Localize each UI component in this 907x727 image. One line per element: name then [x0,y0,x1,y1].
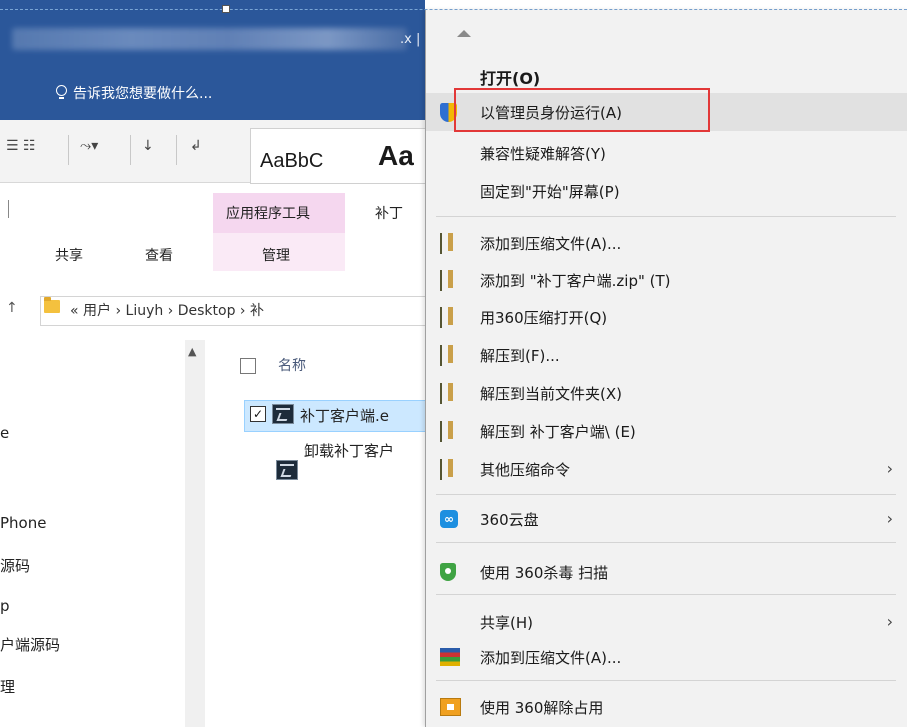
chevron-right-icon: › [886,509,893,528]
tab-file-name[interactable]: 补丁 [375,203,403,223]
ribbon-divider [68,135,69,165]
menu-item-pin-start[interactable]: 固定到"开始"屏幕(P) [426,172,907,210]
rar-icon [440,383,442,404]
menu-item-label: 兼容性疑难解答(Y) [480,145,606,163]
chevron-right-icon: › [886,612,893,631]
rar-icon [440,270,442,291]
row-checkbox-checked[interactable]: ✓ [250,406,266,422]
style-preview-normal[interactable]: AaBbC [260,150,323,173]
rar-icon [440,345,442,366]
menu-item-extract-here[interactable]: 解压到当前文件夹(X) [426,374,907,412]
nav-item[interactable]: 户端源码 [0,634,60,655]
up-arrow-icon[interactable]: ↑ [6,300,18,316]
menu-item-360-scan[interactable]: 使用 360杀毒 扫描 [426,553,907,591]
menu-item-label: 使用 360杀毒 扫描 [480,564,609,582]
menu-item-label: 添加到压缩文件(A)... [480,649,622,667]
file-name[interactable]: 补丁客户端.e [300,405,389,426]
menu-scroll-up-icon[interactable] [457,30,471,37]
antivirus-icon [440,563,456,581]
lightbulb-icon [55,85,67,101]
folder-icon [44,297,60,313]
menu-item-label: 打开(O) [480,69,541,88]
menu-separator [436,594,896,595]
nav-item[interactable]: 源码 [0,555,30,576]
menu-item-add-zip[interactable]: 添加到 "补丁客户端.zip" (T) [426,261,907,299]
sort-icon[interactable]: ↓ [142,138,154,160]
menu-item-label: 固定到"开始"屏幕(P) [480,183,620,201]
file-name[interactable]: 卸载补丁客户 [304,440,394,461]
rar-icon [440,307,442,328]
menu-item-share[interactable]: 共享(H) › [426,603,907,641]
menu-separator [436,542,896,543]
nav-item[interactable]: e [0,424,9,442]
rar-icon [440,421,442,442]
cloud-icon: ∞ [440,510,458,528]
rar-icon [440,459,442,480]
menu-item-compat-troubleshoot[interactable]: 兼容性疑难解答(Y) [426,134,907,172]
tab-divider [8,200,9,218]
winrar-icon [440,648,460,666]
menu-separator [436,216,896,217]
menu-item-winrar-add[interactable]: 添加到压缩文件(A)... [426,638,907,676]
paragraph-mark-icon[interactable]: ↲ [190,138,202,160]
breadcrumb[interactable]: « 用户 › Liuyh › Desktop › 补 [70,300,264,320]
menu-item-label: 用360压缩打开(Q) [480,309,608,327]
tell-me-label: 告诉我您想要做什么... [73,86,213,102]
menu-item-extract-folder[interactable]: 解压到 补丁客户端\ (E) [426,412,907,450]
style-preview-heading[interactable]: Aa [378,140,414,172]
indent-icon[interactable]: ☰ ☷ [6,138,36,160]
nav-item[interactable]: p [0,597,10,615]
menu-item-360-cloud[interactable]: ∞ 360云盘 › [426,500,907,538]
ribbon-divider [130,135,131,165]
exe-file-icon [276,460,298,480]
resize-handle[interactable] [222,5,230,13]
menu-item-label: 解压到当前文件夹(X) [480,385,622,403]
menu-item-360-unlock[interactable]: 使用 360解除占用 [426,688,907,726]
menu-item-label: 解压到(F)... [480,347,560,365]
rar-icon [440,233,442,254]
unlock-icon [440,698,461,716]
column-header-name[interactable]: 名称 [278,355,306,375]
menu-separator [436,494,896,495]
menu-item-open-360zip[interactable]: 用360压缩打开(Q) [426,298,907,336]
select-all-checkbox[interactable] [240,358,256,374]
nav-scrollbar[interactable] [185,340,205,727]
menu-item-other-compress[interactable]: 其他压缩命令 › [426,450,907,488]
tab-share[interactable]: 共享 [55,245,83,265]
menu-item-label: 解压到 补丁客户端\ (E) [480,423,636,441]
menu-item-label: 共享(H) [480,614,533,632]
exe-file-icon [272,404,294,424]
menu-item-label: 添加到压缩文件(A)... [480,235,622,253]
menu-item-label: 使用 360解除占用 [480,699,604,717]
chevron-right-icon: › [886,459,893,478]
menu-item-label: 360云盘 [480,511,539,529]
tab-manage[interactable]: 管理 [262,245,290,265]
title-extension: .x | [400,32,421,47]
highlight-annotation-box [454,88,710,132]
tab-view[interactable]: 查看 [145,245,173,265]
tab-app-tools-label: 应用程序工具 [226,206,310,222]
nav-item[interactable]: Phone [0,514,46,532]
text-direction-icon[interactable]: ⤳▾ [80,138,98,160]
nav-item[interactable]: 理 [0,676,15,697]
menu-item-label: 添加到 "补丁客户端.zip" (T) [480,272,671,290]
menu-separator [436,680,896,681]
tell-me-box[interactable]: 告诉我您想要做什么... [55,83,212,103]
menu-item-label: 其他压缩命令 [480,461,571,479]
scroll-up-icon[interactable]: ▲ [188,345,196,358]
blurred-document-title [12,28,407,50]
menu-item-add-archive[interactable]: 添加到压缩文件(A)... [426,224,907,262]
ribbon-divider [176,135,177,165]
menu-item-extract-to[interactable]: 解压到(F)... [426,336,907,374]
